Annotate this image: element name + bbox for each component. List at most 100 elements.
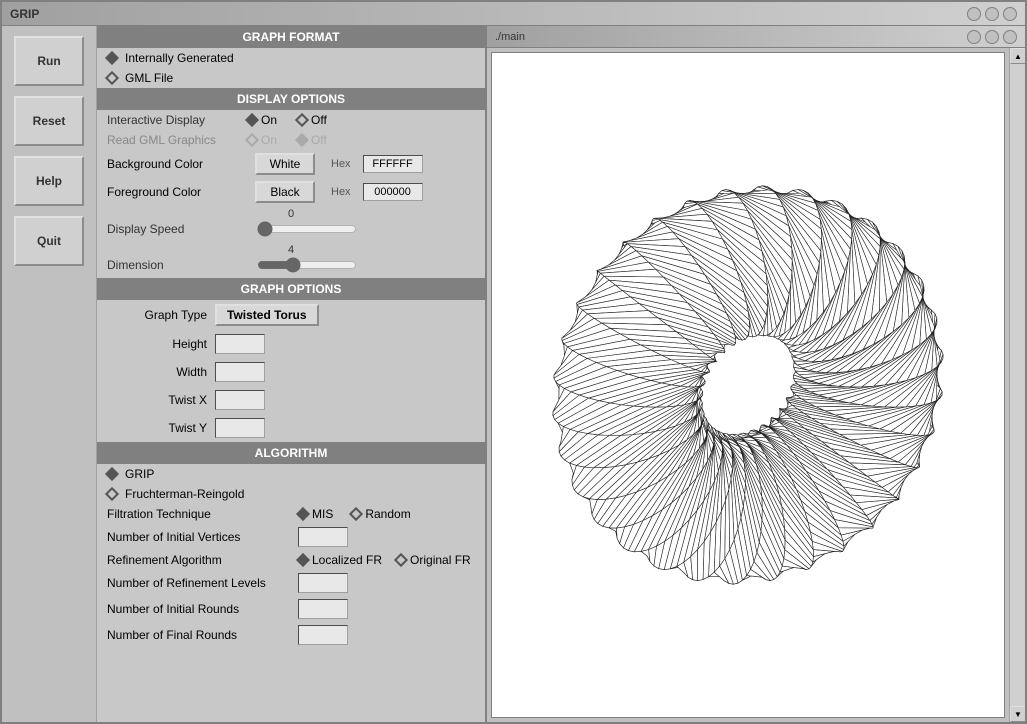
- fr-label: Fruchterman-Reingold: [125, 487, 244, 501]
- scroll-track: [1010, 64, 1025, 706]
- fr-row: Fruchterman-Reingold: [97, 484, 485, 504]
- canvas-close-btn[interactable]: [967, 30, 981, 44]
- run-button[interactable]: Run: [14, 36, 84, 86]
- background-hex-label: Hex: [331, 158, 351, 170]
- initial-rounds-input[interactable]: 20: [298, 599, 348, 619]
- foreground-hex-value: 000000: [363, 183, 423, 201]
- height-row: Height 40: [97, 330, 485, 358]
- dimension-row: Dimension: [107, 258, 475, 272]
- refinement-row: Refinement Algorithm Localized FR Origin…: [97, 550, 485, 570]
- final-rounds-label: Number of Final Rounds: [107, 628, 292, 642]
- graph-format-header: GRAPH FORMAT: [97, 26, 485, 48]
- interactive-on-label: On: [261, 113, 277, 127]
- grip-row: GRIP: [97, 464, 485, 484]
- canvas-maximize-btn[interactable]: [1003, 30, 1017, 44]
- read-gml-on-item: On: [247, 133, 277, 147]
- background-color-button[interactable]: White: [255, 153, 315, 175]
- graph-options-header: GRAPH OPTIONS: [97, 278, 485, 300]
- initial-vertices-input[interactable]: 4: [298, 527, 348, 547]
- interactive-off-item[interactable]: Off: [297, 113, 327, 127]
- initial-rounds-label: Number of Initial Rounds: [107, 602, 292, 616]
- background-hex-value: FFFFFF: [363, 155, 423, 173]
- dimension-label: Dimension: [107, 258, 247, 272]
- width-row: Width 30: [97, 358, 485, 386]
- gml-file-label: GML File: [125, 71, 173, 85]
- foreground-color-button[interactable]: Black: [255, 181, 315, 203]
- gml-file-icon: [105, 71, 119, 85]
- localized-fr-item[interactable]: Localized FR: [298, 553, 382, 567]
- original-fr-icon: [394, 553, 408, 567]
- final-rounds-row: Number of Final Rounds 20: [97, 622, 485, 648]
- help-button[interactable]: Help: [14, 156, 84, 206]
- twist-x-row: Twist X 4: [97, 386, 485, 414]
- canvas-area: [491, 52, 1005, 718]
- display-options-header: DISPLAY OPTIONS: [97, 88, 485, 110]
- width-input[interactable]: 30: [215, 362, 265, 382]
- interactive-on-item[interactable]: On: [247, 113, 277, 127]
- reset-button[interactable]: Reset: [14, 96, 84, 146]
- torus-visualization: [518, 95, 978, 675]
- display-speed-container: 0 Display Speed: [97, 206, 485, 242]
- internally-generated-label: Internally Generated: [125, 51, 234, 65]
- twist-x-input[interactable]: 4: [215, 390, 265, 410]
- sidebar: Run Reset Help Quit: [2, 26, 97, 722]
- title-bar: GRIP: [2, 2, 1025, 26]
- original-fr-item[interactable]: Original FR: [396, 553, 471, 567]
- read-gml-label: Read GML Graphics: [107, 133, 247, 147]
- refinement-label: Refinement Algorithm: [107, 553, 292, 567]
- canvas-title-bar: ./main: [487, 26, 1025, 48]
- display-speed-slider[interactable]: [257, 222, 357, 236]
- mis-label: MIS: [312, 507, 333, 521]
- display-speed-row: Display Speed: [107, 222, 475, 236]
- initial-vertices-row: Number of Initial Vertices 4: [97, 524, 485, 550]
- read-gml-on-icon: [245, 133, 259, 147]
- mis-item[interactable]: MIS: [298, 507, 333, 521]
- background-color-row: Background Color White Hex FFFFFF: [97, 150, 485, 178]
- initial-vertices-label: Number of Initial Vertices: [107, 530, 292, 544]
- dimension-container: 4 Dimension: [97, 242, 485, 278]
- twist-x-label: Twist X: [107, 393, 207, 407]
- final-rounds-input[interactable]: 20: [298, 625, 348, 645]
- twist-y-label: Twist Y: [107, 421, 207, 435]
- height-input[interactable]: 40: [215, 334, 265, 354]
- interactive-on-icon: [245, 113, 259, 127]
- grip-label: GRIP: [125, 467, 154, 481]
- interactive-display-label: Interactive Display: [107, 113, 247, 127]
- random-label: Random: [365, 507, 410, 521]
- display-speed-value: 0: [107, 208, 475, 220]
- canvas-minimize-btn[interactable]: [985, 30, 999, 44]
- algorithm-header: ALGORITHM: [97, 442, 485, 464]
- vertical-scrollbar[interactable]: ▲ ▼: [1009, 48, 1025, 722]
- background-color-label: Background Color: [107, 157, 247, 171]
- filtration-row: Filtration Technique MIS Random: [97, 504, 485, 524]
- scroll-down-button[interactable]: ▼: [1010, 706, 1025, 722]
- original-fr-label: Original FR: [410, 553, 471, 567]
- graph-type-label: Graph Type: [107, 308, 207, 322]
- dimension-slider[interactable]: [257, 258, 357, 272]
- interactive-display-row: Interactive Display On Off: [97, 110, 485, 130]
- graph-type-button[interactable]: Twisted Torus: [215, 304, 319, 326]
- foreground-hex-label: Hex: [331, 186, 351, 198]
- app-window: GRIP Run Reset Help Quit GRAPH FORMAT In…: [0, 0, 1027, 724]
- mis-icon: [296, 507, 310, 521]
- canvas-panel: ./main: [487, 26, 1025, 722]
- read-gml-on-label: On: [261, 133, 277, 147]
- random-item[interactable]: Random: [351, 507, 410, 521]
- display-speed-label: Display Speed: [107, 222, 247, 236]
- minimize-btn[interactable]: [985, 7, 999, 21]
- refinement-levels-input[interactable]: 1: [298, 573, 348, 593]
- twist-y-row: Twist Y 2: [97, 414, 485, 442]
- internally-generated-selected-icon: [105, 51, 119, 65]
- foreground-color-label: Foreground Color: [107, 185, 247, 199]
- quit-button[interactable]: Quit: [14, 216, 84, 266]
- width-label: Width: [107, 365, 207, 379]
- internally-generated-row: Internally Generated: [97, 48, 485, 68]
- maximize-btn[interactable]: [1003, 7, 1017, 21]
- scroll-up-button[interactable]: ▲: [1010, 48, 1025, 64]
- close-btn[interactable]: [967, 7, 981, 21]
- twist-y-input[interactable]: 2: [215, 418, 265, 438]
- title-bar-buttons: [967, 7, 1017, 21]
- fr-icon: [105, 487, 119, 501]
- read-gml-group: On Off: [247, 133, 327, 147]
- canvas-title: ./main: [495, 31, 525, 43]
